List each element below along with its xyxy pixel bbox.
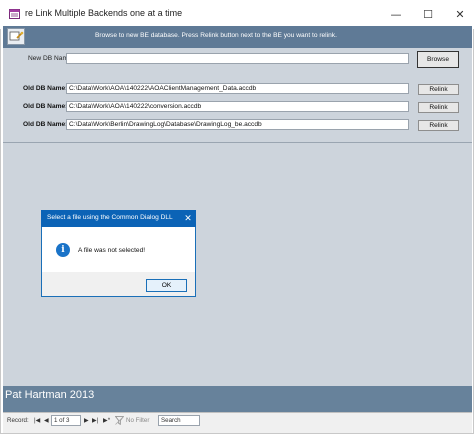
new-record-button[interactable]: ▶* [103,417,110,424]
app-icon [9,9,20,19]
dialog-close-icon[interactable]: ✕ [180,210,196,227]
old-db-field[interactable]: C:\Data\Work\AOA\140222\AOAClientManagem… [66,83,409,94]
browse-button[interactable]: Browse [417,51,459,68]
old-db-field[interactable]: C:\Data\Work\AOA\140222\conversion.accdb [66,101,409,112]
section-divider [3,142,472,143]
minimize-button[interactable]: — [380,0,412,29]
header-instructions: Browse to new BE database. Press Relink … [95,32,337,39]
no-filter-indicator[interactable]: No Filter [126,417,149,424]
search-input[interactable]: Search [158,415,200,426]
filter-icon [114,416,125,425]
info-icon: i [56,243,70,257]
relink-tool-icon[interactable] [7,28,25,45]
relink-button[interactable]: Relink [418,84,459,95]
old-db-label: Old DB Name: [23,103,68,110]
dialog-message: A file was not selected! [78,247,146,254]
last-record-button[interactable]: ▶| [92,417,98,424]
relink-button[interactable]: Relink [418,120,459,131]
window-title: re Link Multiple Backends one at a time [25,8,183,18]
dialog-title: Select a file using the Common Dialog DL… [47,214,173,221]
ok-button[interactable]: OK [146,279,187,292]
maximize-button[interactable]: ☐ [412,0,444,29]
relink-button[interactable]: Relink [418,102,459,113]
footer-credit: Pat Hartman 2013 [5,389,95,401]
record-label: Record: [7,417,29,424]
old-db-label: Old DB Name: [23,85,68,92]
first-record-button[interactable]: |◀ [34,417,40,424]
previous-record-button[interactable]: ◀ [44,417,49,424]
next-record-button[interactable]: ▶ [84,417,89,424]
old-db-label: Old DB Name: [23,121,68,128]
old-db-field[interactable]: C:\Data\Work\Berlin\DrawingLog\Database\… [66,119,409,130]
new-db-field[interactable] [66,53,409,64]
record-position-field[interactable]: 1 of 3 [51,415,81,426]
close-button[interactable]: ✕ [444,0,474,29]
